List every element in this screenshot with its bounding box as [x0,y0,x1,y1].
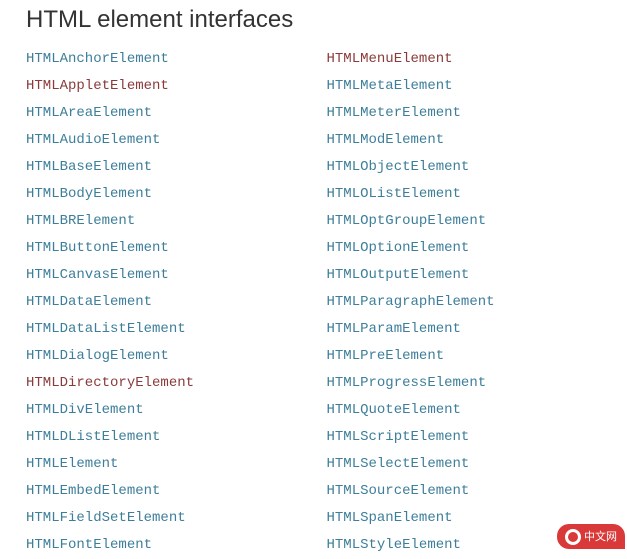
site-badge[interactable]: 中文网 [557,524,625,549]
interface-link[interactable]: HTMLSourceElement [327,478,627,505]
interface-link[interactable]: HTMLDivElement [26,397,327,424]
interface-link[interactable]: HTMLBodyElement [26,181,327,208]
interface-link[interactable]: HTMLProgressElement [327,370,627,397]
interface-link[interactable]: HTMLFontElement [26,532,327,559]
interface-link[interactable]: HTMLFieldSetElement [26,505,327,532]
column-left: HTMLAnchorElementHTMLAppletElementHTMLAr… [26,46,327,559]
interface-link[interactable]: HTMLDataListElement [26,316,327,343]
interface-link[interactable]: HTMLCanvasElement [26,262,327,289]
badge-text: 中文网 [584,531,617,543]
interface-link[interactable]: HTMLEmbedElement [26,478,327,505]
interface-link[interactable]: HTMLElement [26,451,327,478]
interface-link[interactable]: HTMLSelectElement [327,451,627,478]
interface-link[interactable]: HTMLParamElement [327,316,627,343]
column-right: HTMLMenuElementHTMLMetaElementHTMLMeterE… [327,46,627,559]
interface-link[interactable]: HTMLOptionElement [327,235,627,262]
interface-link[interactable]: HTMLDialogElement [26,343,327,370]
interface-link[interactable]: HTMLPreElement [327,343,627,370]
interface-link[interactable]: HTMLAreaElement [26,100,327,127]
element-list: HTMLAnchorElementHTMLAppletElementHTMLAr… [0,46,627,559]
interface-link[interactable]: HTMLParagraphElement [327,289,627,316]
section-heading: HTML element interfaces [0,0,627,46]
interface-link[interactable]: HTMLAnchorElement [26,46,327,73]
interface-link[interactable]: HTMLObjectElement [327,154,627,181]
interface-link[interactable]: HTMLScriptElement [327,424,627,451]
badge-logo-icon [565,529,581,545]
interface-link[interactable]: HTMLOutputElement [327,262,627,289]
interface-link[interactable]: HTMLButtonElement [26,235,327,262]
interface-link[interactable]: HTMLOListElement [327,181,627,208]
interface-link[interactable]: HTMLMeterElement [327,100,627,127]
interface-link[interactable]: HTMLAudioElement [26,127,327,154]
interface-link[interactable]: HTMLQuoteElement [327,397,627,424]
interface-link[interactable]: HTMLDataElement [26,289,327,316]
interface-link[interactable]: HTMLMenuElement [327,46,627,73]
interface-link[interactable]: HTMLDirectoryElement [26,370,327,397]
interface-link[interactable]: HTMLAppletElement [26,73,327,100]
interface-link[interactable]: HTMLBaseElement [26,154,327,181]
interface-link[interactable]: HTMLDListElement [26,424,327,451]
interface-link[interactable]: HTMLOptGroupElement [327,208,627,235]
interface-link[interactable]: HTMLMetaElement [327,73,627,100]
interface-link[interactable]: HTMLBRElement [26,208,327,235]
interface-link[interactable]: HTMLModElement [327,127,627,154]
